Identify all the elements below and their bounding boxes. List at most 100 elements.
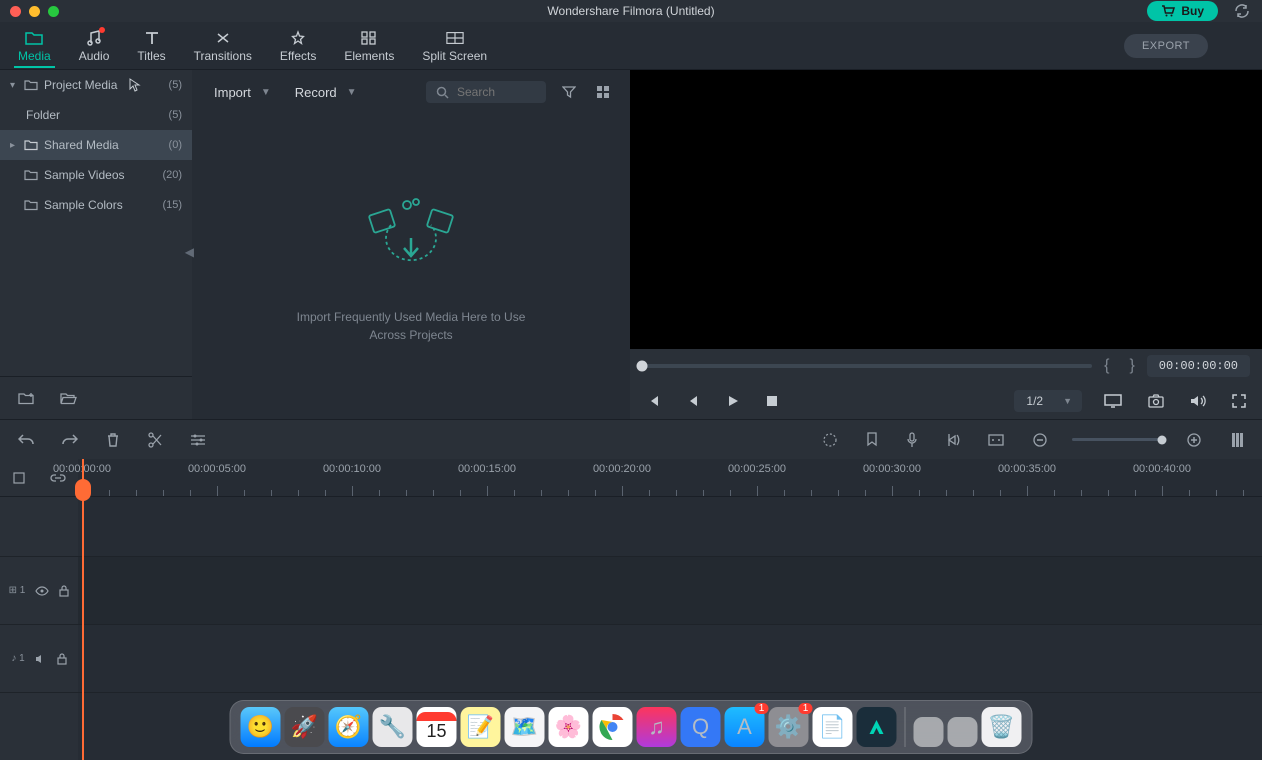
tab-elements[interactable]: Elements xyxy=(330,25,408,67)
playhead[interactable] xyxy=(82,459,84,760)
video-track[interactable] xyxy=(78,557,1262,625)
grid-view-button[interactable] xyxy=(592,81,614,103)
mute-toggle-icon[interactable] xyxy=(35,653,47,665)
export-button[interactable]: EXPORT xyxy=(1124,34,1208,58)
tab-media[interactable]: Media xyxy=(4,25,65,67)
zoom-out-button[interactable] xyxy=(1028,428,1052,452)
tab-titles[interactable]: Titles xyxy=(123,25,179,67)
new-folder-button[interactable] xyxy=(14,387,38,409)
audio-track-header[interactable]: ♪ 1 xyxy=(0,625,78,693)
zoom-in-button[interactable] xyxy=(1182,428,1206,452)
record-dropdown[interactable]: Record ▼ xyxy=(289,81,363,104)
prev-frame-button[interactable] xyxy=(642,390,664,412)
snapshot-button[interactable] xyxy=(1144,390,1168,412)
sync-icon[interactable] xyxy=(1230,0,1254,23)
dock-launchpad[interactable]: 🚀 xyxy=(285,707,325,747)
dock-minimized-window[interactable] xyxy=(948,717,978,747)
overlay-track[interactable] xyxy=(78,497,1262,557)
audio-mixer-button[interactable] xyxy=(942,428,964,452)
sidebar-item-count: (20) xyxy=(162,169,182,181)
lock-toggle-icon[interactable] xyxy=(59,585,69,597)
media-empty-state[interactable]: Import Frequently Used Media Here to Use… xyxy=(192,114,630,419)
search-input[interactable] xyxy=(457,85,536,99)
timecode-display: 00:00:00:00 xyxy=(1147,355,1250,377)
dock-music[interactable]: ♫ xyxy=(637,707,677,747)
display-settings-button[interactable] xyxy=(1100,390,1126,412)
stop-button[interactable] xyxy=(762,391,782,411)
marker-button[interactable] xyxy=(862,428,882,452)
dock-trash[interactable]: 🗑️ xyxy=(982,707,1022,747)
play-button[interactable] xyxy=(722,390,744,412)
dock-chrome[interactable] xyxy=(593,707,633,747)
dock-notes[interactable]: 📝 xyxy=(461,707,501,747)
dock-filmora[interactable] xyxy=(857,707,897,747)
sidebar-item-shared-media[interactable]: ▸ Shared Media (0) xyxy=(0,130,192,160)
dock-minimized-window[interactable] xyxy=(914,717,944,747)
dock-utility[interactable]: 🔧 xyxy=(373,707,413,747)
video-track-header[interactable]: ⊞ 1 xyxy=(0,557,78,625)
collapse-sidebar-icon[interactable]: ◀ xyxy=(185,245,194,259)
media-sidebar: ▾ Project Media (5) Folder (5) ▸ Shared … xyxy=(0,70,192,419)
dock-calendar[interactable]: 15 xyxy=(417,707,457,747)
edit-properties-button[interactable] xyxy=(186,429,210,451)
split-button[interactable] xyxy=(144,428,166,452)
close-window-button[interactable] xyxy=(10,6,21,17)
lock-toggle-icon[interactable] xyxy=(57,653,67,665)
dock-safari[interactable]: 🧭 xyxy=(329,707,369,747)
delete-button[interactable] xyxy=(102,428,124,452)
open-folder-button[interactable] xyxy=(56,387,82,409)
mark-in-button[interactable]: { xyxy=(1104,357,1117,375)
main-tabs: Media Audio Titles Transitions Effects E… xyxy=(0,22,1262,70)
step-back-button[interactable] xyxy=(682,390,704,412)
timeline-ruler[interactable]: 00:00:00:0000:00:05:0000:00:10:0000:00:1… xyxy=(78,459,1262,497)
tab-transitions[interactable]: Transitions xyxy=(180,25,266,67)
dock-settings[interactable]: ⚙️1 xyxy=(769,707,809,747)
fullscreen-button[interactable] xyxy=(1228,390,1250,412)
minimize-window-button[interactable] xyxy=(29,6,40,17)
mark-out-button[interactable]: } xyxy=(1129,357,1134,375)
undo-button[interactable] xyxy=(14,429,38,451)
dock-quicktime[interactable]: Q xyxy=(681,707,721,747)
sidebar-item-sample-videos[interactable]: Sample Videos (20) xyxy=(0,160,192,190)
timeline-snap-button[interactable] xyxy=(8,467,30,489)
dock-finder[interactable]: 🙂 xyxy=(241,707,281,747)
cursor-icon xyxy=(129,78,141,92)
text-icon xyxy=(143,29,161,47)
chevron-right-icon: ▸ xyxy=(10,140,18,151)
import-dropdown[interactable]: Import ▼ xyxy=(208,81,277,104)
keyframe-button[interactable] xyxy=(984,429,1008,451)
sidebar-item-count: (15) xyxy=(162,199,182,211)
zoom-slider[interactable] xyxy=(1072,438,1162,441)
tab-split-screen[interactable]: Split Screen xyxy=(408,25,501,67)
preview-scrubber[interactable] xyxy=(642,364,1092,368)
audio-track[interactable] xyxy=(78,625,1262,693)
tab-effects[interactable]: Effects xyxy=(266,25,330,67)
volume-button[interactable] xyxy=(1186,390,1210,412)
sidebar-item-project-media[interactable]: ▾ Project Media (5) xyxy=(0,70,192,100)
buy-button[interactable]: Buy xyxy=(1147,1,1218,21)
dock-photos[interactable]: 🌸 xyxy=(549,707,589,747)
dock-appstore[interactable]: A1 xyxy=(725,707,765,747)
preview-quality-dropdown[interactable]: 1/2 ▼ xyxy=(1014,390,1082,412)
sidebar-item-sample-colors[interactable]: Sample Colors (15) xyxy=(0,190,192,220)
visibility-toggle-icon[interactable] xyxy=(35,586,49,596)
maximize-window-button[interactable] xyxy=(48,6,59,17)
sidebar-item-folder[interactable]: Folder (5) xyxy=(0,100,192,130)
preview-screen[interactable] xyxy=(630,70,1262,349)
import-media-icon xyxy=(356,190,466,290)
sidebar-item-label: Project Media xyxy=(44,78,117,92)
redo-button[interactable] xyxy=(58,429,82,451)
sidebar-item-count: (5) xyxy=(169,79,182,91)
quality-label: 1/2 xyxy=(1026,394,1043,408)
elements-icon xyxy=(360,29,378,47)
dock-textedit[interactable]: 📄 xyxy=(813,707,853,747)
titlebar: Wondershare Filmora (Untitled) Buy xyxy=(0,0,1262,22)
sidebar-item-count: (5) xyxy=(169,109,182,121)
voiceover-button[interactable] xyxy=(902,428,922,452)
tab-audio[interactable]: Audio xyxy=(65,25,124,67)
filter-button[interactable] xyxy=(558,81,580,103)
dock-maps[interactable]: 🗺️ xyxy=(505,707,545,747)
render-button[interactable] xyxy=(818,428,842,452)
zoom-fit-button[interactable] xyxy=(1226,428,1248,452)
badge: 1 xyxy=(755,703,769,714)
